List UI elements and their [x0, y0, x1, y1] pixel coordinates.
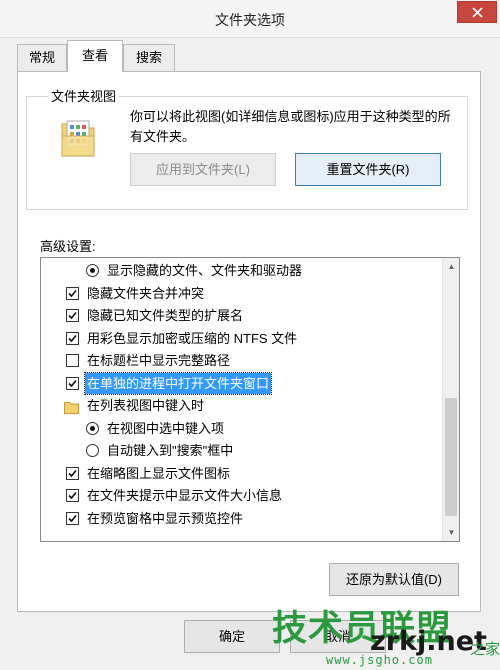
folder-views-description: 你可以将此视图(如详细信息或图标)应用于这种类型的所 有文件夹。: [130, 107, 460, 147]
watermark-small-text: www.jsgho.com: [326, 653, 433, 667]
settings-row[interactable]: 自动键入到"搜索"框中: [41, 440, 441, 461]
checkbox[interactable]: [66, 331, 79, 345]
ok-button[interactable]: 确定: [184, 620, 280, 653]
checkbox[interactable]: [66, 376, 79, 390]
window-title: 文件夹选项: [215, 12, 285, 28]
checkbox[interactable]: [66, 309, 79, 322]
folder-views-label: 文件夹视图: [48, 86, 120, 105]
tab-view[interactable]: 查看: [67, 40, 123, 72]
radio-button[interactable]: [86, 264, 99, 277]
radio-button[interactable]: [86, 444, 99, 457]
tab-view-label: 查看: [81, 48, 108, 63]
advanced-settings-label: 高级设置:: [40, 239, 96, 254]
tab-search-label: 搜索: [135, 50, 162, 65]
description-line-2: 有文件夹。: [130, 129, 196, 144]
tab-general-label: 常规: [28, 50, 55, 65]
watermark-tail: 之家: [470, 641, 500, 658]
folder-views-icon: [61, 120, 95, 157]
checkbox[interactable]: [66, 286, 79, 300]
settings-row[interactable]: 在标题栏中显示完整路径: [41, 350, 441, 371]
settings-row-label: 在单独的进程中打开文件夹窗口: [83, 371, 273, 395]
tab-general[interactable]: 常规: [17, 44, 67, 71]
close-icon: [472, 7, 483, 18]
settings-row[interactable]: 在单独的进程中打开文件夹窗口: [41, 371, 441, 395]
watermark-domain: zrkj.net: [370, 626, 487, 657]
settings-row-label: 在缩略图上显示文件图标: [87, 465, 231, 481]
settings-row-label: 显示隐藏的文件、文件夹和驱动器: [107, 263, 303, 278]
settings-row-label: 在标题栏中显示完整路径: [87, 353, 231, 368]
settings-row-label: 在预览窗格中显示预览控件: [87, 510, 244, 526]
checkbox[interactable]: [66, 489, 79, 502]
tab-search[interactable]: 搜索: [123, 44, 175, 71]
radio-button[interactable]: [86, 421, 99, 435]
checkbox[interactable]: [66, 354, 79, 367]
description-line-1: 你可以将此视图(如详细信息或图标)应用于这种类型的所: [130, 109, 451, 124]
reset-folders-button[interactable]: 重置文件夹(R): [295, 153, 441, 186]
vertical-scrollbar[interactable]: ▲ ▼: [442, 258, 459, 541]
title-bar: 文件夹选项: [0, 0, 500, 38]
close-button[interactable]: [457, 1, 497, 23]
settings-row[interactable]: 隐藏已知文件类型的扩展名: [41, 305, 441, 326]
restore-defaults-button[interactable]: 还原为默认值(D): [329, 563, 459, 596]
settings-row-label: 在视图中选中键入项: [107, 420, 225, 436]
cancel-button[interactable]: 取消: [290, 620, 386, 653]
settings-row[interactable]: 用彩色显示加密或压缩的 NTFS 文件: [41, 328, 441, 349]
apply-to-folders-button[interactable]: 应用到文件夹(L): [130, 153, 276, 186]
settings-row-label: 自动键入到"搜索"框中: [107, 443, 234, 458]
scroll-up-icon[interactable]: ▲: [443, 258, 459, 275]
settings-row-label: 在文件夹提示中显示文件大小信息: [87, 488, 283, 503]
advanced-settings-list[interactable]: ▲ ▼ 显示隐藏的文件、文件夹和驱动器隐藏文件夹合并冲突隐藏已知文件类型的扩展名…: [40, 257, 460, 542]
scroll-down-icon[interactable]: ▼: [443, 524, 459, 541]
checkbox[interactable]: [66, 511, 79, 525]
settings-row[interactable]: 在列表视图中键入时: [41, 395, 441, 416]
settings-row-label: 在列表视图中键入时: [87, 398, 205, 413]
settings-row[interactable]: 在预览窗格中显示预览控件: [41, 508, 441, 529]
settings-row[interactable]: 显示隐藏的文件、文件夹和驱动器: [41, 260, 441, 281]
settings-row[interactable]: 隐藏文件夹合并冲突: [41, 283, 441, 304]
settings-row[interactable]: 在视图中选中键入项: [41, 418, 441, 439]
settings-row-label: 隐藏文件夹合并冲突: [87, 285, 205, 301]
settings-row[interactable]: 在缩略图上显示文件图标: [41, 463, 441, 484]
settings-row-label: 用彩色显示加密或压缩的 NTFS 文件: [87, 330, 298, 346]
checkbox[interactable]: [66, 466, 79, 480]
settings-row[interactable]: 在文件夹提示中显示文件大小信息: [41, 485, 441, 506]
scroll-thumb[interactable]: [445, 398, 457, 516]
settings-row-label: 隐藏已知文件类型的扩展名: [87, 308, 244, 323]
